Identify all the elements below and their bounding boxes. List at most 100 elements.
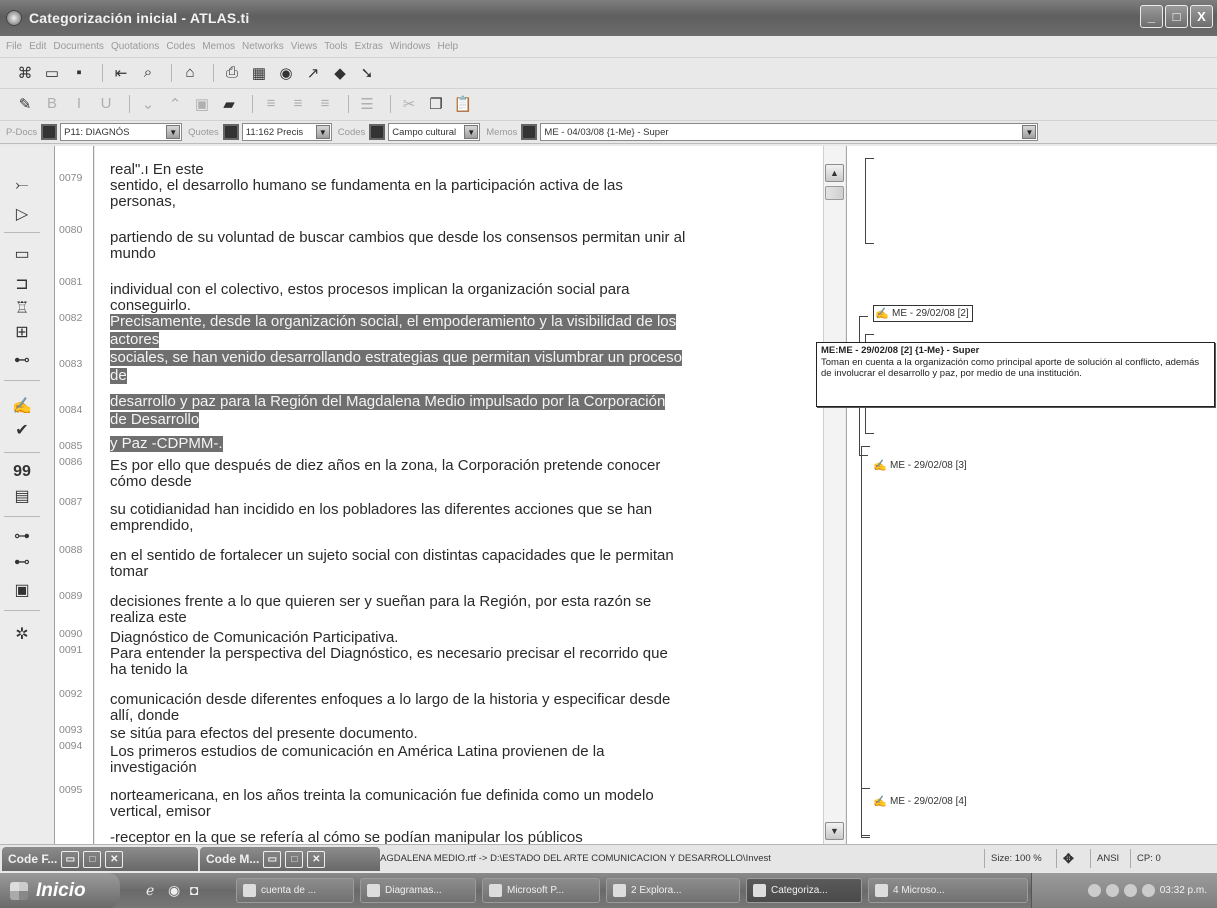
chevron-down-icon[interactable]: ▼ xyxy=(464,125,479,139)
tray-icon[interactable] xyxy=(1141,884,1155,897)
chevron-down-icon[interactable]: ▼ xyxy=(315,125,330,139)
link-icon[interactable]: ⊷ xyxy=(10,348,34,372)
pdocs-manager-icon[interactable] xyxy=(41,124,58,140)
text-line[interactable]: -receptor en la que se refería al cómo s… xyxy=(110,830,583,845)
copy-icon[interactable]: ❐ xyxy=(425,94,447,114)
code-bracket[interactable] xyxy=(865,158,874,244)
text-line[interactable]: tomar xyxy=(110,564,148,580)
cut-icon[interactable]: ✂ xyxy=(398,94,420,114)
text-line[interactable]: realiza este xyxy=(110,610,187,626)
close-button[interactable]: ✕ xyxy=(307,850,326,868)
pen-icon[interactable]: ✎ xyxy=(14,94,36,114)
quote-icon[interactable]: ▷ xyxy=(10,202,34,226)
taskbar-item[interactable]: 2 Explora... xyxy=(606,878,740,903)
project-icon[interactable]: ⌘ xyxy=(14,63,36,83)
text-line[interactable]: personas, xyxy=(110,194,176,210)
document-scrollbar[interactable]: ▲ ▼ xyxy=(823,146,845,844)
print-icon[interactable]: ⎙ xyxy=(221,63,243,83)
align-left-icon[interactable]: ≡ xyxy=(260,94,282,114)
tray-icon[interactable] xyxy=(1123,884,1137,897)
maximize-button[interactable]: □ xyxy=(1165,5,1188,28)
brush-icon[interactable]: ▰ xyxy=(218,94,240,114)
scroll-up-button[interactable]: ▲ xyxy=(825,164,844,182)
minimize-button[interactable]: _ xyxy=(1140,5,1163,28)
taskbar-item[interactable]: 4 Microso... xyxy=(868,878,1028,903)
memo-marker[interactable]: ✍ ME - 29/02/08 [2] xyxy=(873,305,973,322)
close-button[interactable]: ✕ xyxy=(105,850,124,868)
document-text-area[interactable]: real".ı En este sentido, el desarrollo h… xyxy=(95,146,823,844)
table-icon[interactable]: ▦ xyxy=(248,63,270,83)
settings-icon[interactable]: ✥ xyxy=(1056,849,1086,868)
quicklaunch-ie-icon[interactable]: ℯ xyxy=(146,882,154,899)
memo-bracket[interactable] xyxy=(861,788,870,838)
tray-icon[interactable] xyxy=(1087,884,1101,897)
image-icon[interactable]: ▣ xyxy=(191,94,213,114)
text-line[interactable]: allí, donde xyxy=(110,708,179,724)
chevron-down-icon[interactable]: ⌄ xyxy=(137,94,159,114)
memo-marker[interactable]: ✍ ME - 29/02/08 [3] xyxy=(873,459,967,472)
quote-number-icon[interactable]: 99 xyxy=(10,460,34,484)
text-line[interactable]: partiendo de su voluntad de buscar cambi… xyxy=(110,230,685,246)
close-button[interactable]: X xyxy=(1190,5,1213,28)
navigate-icon[interactable]: ◆ xyxy=(329,63,351,83)
network-icon[interactable]: ⊶ xyxy=(10,524,34,548)
quicklaunch-media-icon[interactable]: ◘ xyxy=(190,882,198,898)
code-manager-window[interactable]: Code M... ▭ □ ✕ xyxy=(200,847,380,871)
menu-windows[interactable]: Windows xyxy=(390,41,431,52)
network-graph-icon[interactable]: ✲ xyxy=(10,622,34,646)
codes-manager-icon[interactable] xyxy=(369,124,386,140)
find-icon[interactable]: ⌕ xyxy=(137,63,159,83)
save-icon[interactable]: ▪ xyxy=(68,63,90,83)
title-bar[interactable]: Categorización inicial - ATLAS.ti _ □ X xyxy=(0,0,1217,36)
text-line[interactable]: mundo xyxy=(110,246,156,262)
text-line[interactable]: emprendido, xyxy=(110,518,193,534)
check-icon[interactable]: ✔ xyxy=(10,418,34,442)
text-line[interactable]: Es por ello que después de diez años en … xyxy=(110,458,660,474)
memo-bracket[interactable] xyxy=(861,446,870,836)
maximize-button[interactable]: □ xyxy=(285,850,304,868)
quotes-dropdown[interactable]: 11:162 Precis ▼ xyxy=(241,123,332,141)
menu-codes[interactable]: Codes xyxy=(166,41,195,52)
new-window-icon[interactable]: ▭ xyxy=(41,63,63,83)
start-button[interactable]: Inicio xyxy=(0,873,120,908)
taskbar-item[interactable]: Microsoft P... xyxy=(482,878,600,903)
text-line[interactable]: investigación xyxy=(110,760,197,776)
taskbar-item[interactable]: Diagramas... xyxy=(360,878,476,903)
maximize-button[interactable]: □ xyxy=(83,850,102,868)
network-edit-icon[interactable]: ⊷ xyxy=(10,550,34,574)
arrow-icon[interactable]: ↗ xyxy=(302,63,324,83)
margin-area[interactable]: ✍ ME - 29/02/08 [2] ✍ ME - 29/02/08 [3] … xyxy=(846,146,1217,844)
quotes-manager-icon[interactable] xyxy=(222,124,239,140)
text-line[interactable]: se sitúa para efectos del presente docum… xyxy=(110,726,418,742)
text-line[interactable]: vertical, emisor xyxy=(110,804,211,820)
pointer-icon[interactable]: ➘ xyxy=(356,63,378,83)
tray-icon[interactable] xyxy=(1105,884,1119,897)
text-line[interactable]: comunicación desde diferentes enfoques a… xyxy=(110,692,670,708)
highlighted-quotation-line[interactable]: desarrollo y paz para la Región del Magd… xyxy=(110,394,666,410)
memo-marker[interactable]: ✍ ME - 29/02/08 [4] xyxy=(873,795,967,808)
margin-icon[interactable]: ▤ xyxy=(10,484,34,508)
scroll-thumb[interactable] xyxy=(825,186,844,200)
align-center-icon[interactable]: ≡ xyxy=(287,94,309,114)
menu-networks[interactable]: Networks xyxy=(242,41,284,52)
text-line[interactable]: Para entender la perspectiva del Diagnós… xyxy=(110,646,668,662)
text-line[interactable]: decisiones frente a lo que quieren ser y… xyxy=(110,594,651,610)
highlighted-quotation-line[interactable]: sociales, se han venido desarrollando es… xyxy=(110,350,682,366)
italic-icon[interactable]: I xyxy=(68,94,90,114)
menu-views[interactable]: Views xyxy=(291,41,318,52)
menu-file[interactable]: File xyxy=(6,41,22,52)
chevron-up-icon[interactable]: ⌃ xyxy=(164,94,186,114)
globe-icon[interactable]: ◉ xyxy=(275,63,297,83)
code-family-window[interactable]: Code F... ▭ □ ✕ xyxy=(2,847,198,871)
menu-extras[interactable]: Extras xyxy=(355,41,383,52)
highlighted-quotation-line[interactable]: actores xyxy=(110,332,160,348)
memo-icon[interactable]: ✍ xyxy=(10,394,34,418)
text-line[interactable]: cómo desde xyxy=(110,474,192,490)
text-line[interactable]: Los primeros estudios de comunicación en… xyxy=(110,744,604,760)
taskbar-item[interactable]: cuenta de ... xyxy=(236,878,354,903)
text-line[interactable]: ha tenido la xyxy=(110,662,188,678)
text-line[interactable]: en el sentido de fortalecer un sujeto so… xyxy=(110,548,674,564)
chevron-down-icon[interactable]: ▼ xyxy=(1022,125,1037,139)
highlighted-quotation-line[interactable]: de xyxy=(110,368,127,384)
list-icon[interactable]: ☰ xyxy=(356,94,378,114)
